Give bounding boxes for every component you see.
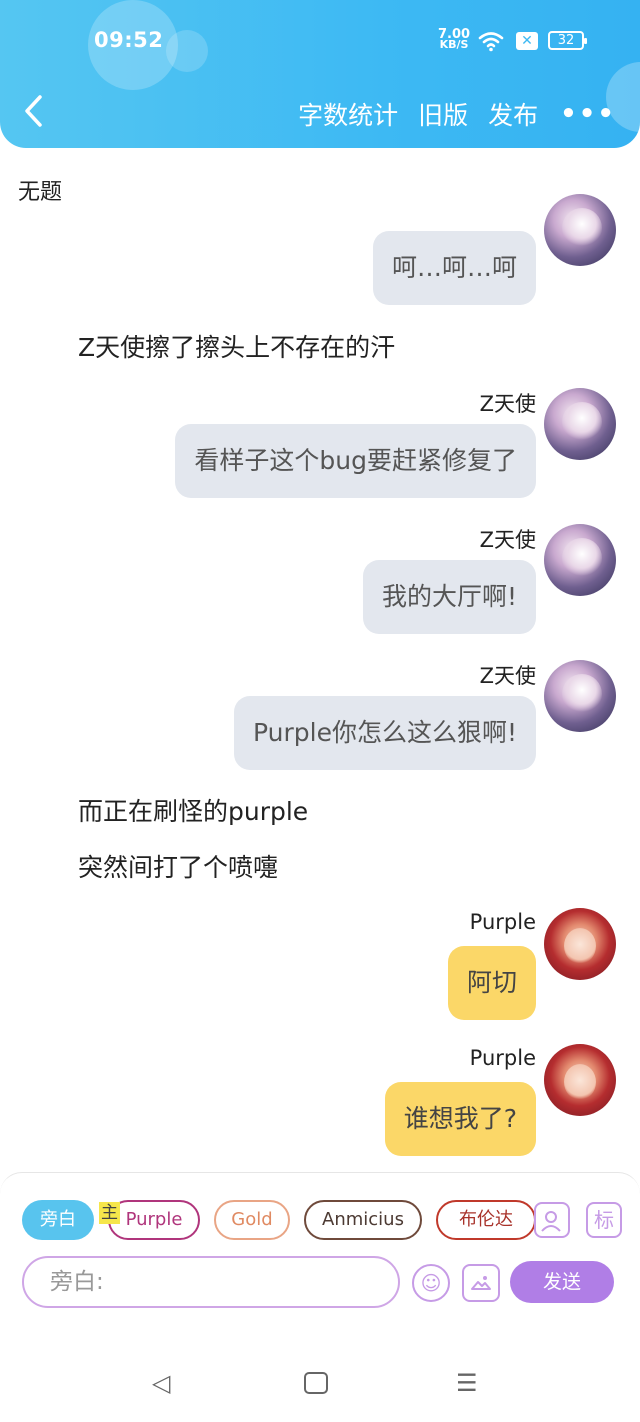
user-card-icon[interactable] bbox=[534, 1202, 570, 1238]
word-count-button[interactable]: 字数统计 bbox=[298, 96, 398, 132]
avatar[interactable] bbox=[544, 524, 616, 596]
role-chip-narrator[interactable]: 旁白 bbox=[22, 1200, 94, 1240]
chat-bubble[interactable]: 呵…呵…呵 bbox=[372, 231, 536, 305]
nav-menu-icon[interactable]: ☰ bbox=[456, 1370, 478, 1396]
main-role-badge: 主 bbox=[99, 1202, 120, 1224]
narration-line[interactable]: Z天使擦了擦头上不存在的汗 bbox=[78, 328, 395, 364]
speaker-name: Z天使 bbox=[479, 664, 536, 688]
speaker-name: Z天使 bbox=[479, 528, 536, 552]
nav-back-icon[interactable]: ◁ bbox=[152, 1370, 170, 1396]
role-chip-bulunda[interactable]: 布伦达 bbox=[436, 1200, 536, 1240]
role-chip-purple[interactable]: Purple bbox=[108, 1200, 200, 1240]
chevron-left-icon bbox=[25, 95, 42, 127]
chat-bubble[interactable]: 我的大厅啊! bbox=[362, 560, 536, 634]
avatar[interactable] bbox=[544, 1044, 616, 1116]
document-title[interactable]: 无题 bbox=[18, 174, 62, 206]
role-chip-anmicius[interactable]: Anmicius bbox=[304, 1200, 422, 1240]
net-speed-unit: KB/S bbox=[439, 38, 469, 51]
battery-icon: 32 bbox=[548, 31, 587, 50]
avatar[interactable] bbox=[544, 194, 616, 266]
chat-bubble[interactable]: Purple你怎么这么狠啊! bbox=[234, 696, 536, 770]
publish-button[interactable]: 发布 bbox=[488, 96, 538, 132]
role-chip-gold[interactable]: Gold bbox=[214, 1200, 290, 1240]
chat-bubble[interactable]: 阿切 bbox=[447, 946, 536, 1020]
narration-line[interactable]: 突然间打了个喷嚏 bbox=[78, 848, 278, 884]
net-speed: 7.00 KB/S bbox=[438, 28, 470, 51]
old-version-button[interactable]: 旧版 bbox=[418, 96, 468, 132]
emoji-icon[interactable]: ☺ bbox=[412, 1264, 450, 1302]
avatar[interactable] bbox=[544, 908, 616, 980]
speaker-name: Purple bbox=[469, 1046, 536, 1070]
app-header: 09:52 7.00 KB/S ✕ 32 字数统计 旧版 发布 ••• bbox=[0, 0, 640, 148]
image-icon[interactable] bbox=[462, 1264, 500, 1302]
avatar[interactable] bbox=[544, 660, 616, 732]
send-button[interactable]: 发送 bbox=[510, 1261, 614, 1303]
status-time: 09:52 bbox=[94, 28, 164, 52]
message-input[interactable]: 旁白: bbox=[22, 1256, 400, 1308]
nav-home-icon[interactable] bbox=[304, 1372, 328, 1394]
chat-bubble[interactable]: 谁想我了? bbox=[384, 1082, 536, 1156]
wifi-icon bbox=[478, 32, 504, 52]
speaker-name: Purple bbox=[469, 910, 536, 934]
chat-bubble[interactable]: 看样子这个bug要赶紧修复了 bbox=[175, 424, 536, 498]
narration-line[interactable]: 而正在刷怪的purple bbox=[78, 792, 308, 828]
mark-button[interactable]: 标 bbox=[586, 1202, 622, 1238]
notification-x-icon: ✕ bbox=[516, 32, 538, 50]
speaker-name: Z天使 bbox=[479, 392, 536, 416]
more-dots-icon[interactable]: ••• bbox=[560, 99, 616, 129]
header-actions: 字数统计 旧版 发布 ••• bbox=[278, 96, 616, 132]
decor-bubble bbox=[166, 30, 208, 72]
back-button[interactable] bbox=[22, 94, 48, 134]
avatar[interactable] bbox=[544, 388, 616, 460]
